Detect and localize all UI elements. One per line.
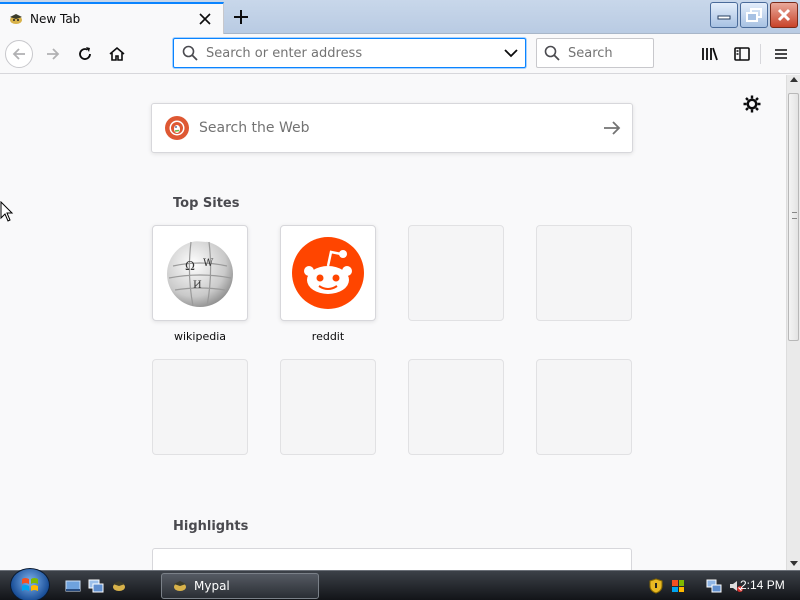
wikipedia-globe-icon: Ω W И xyxy=(167,238,233,307)
mypal-icon[interactable] xyxy=(111,578,127,594)
hamburger-menu-icon xyxy=(775,49,787,59)
taskbar: Mypal 2:14 PM xyxy=(0,568,800,600)
top-site-placeholder xyxy=(536,359,632,455)
duckduckgo-icon xyxy=(165,116,189,140)
top-site-tile-wikipedia[interactable]: Ω W И xyxy=(152,225,248,321)
customize-button[interactable] xyxy=(742,94,762,114)
page-scrollbar[interactable] xyxy=(786,75,800,570)
mouse-cursor-icon xyxy=(0,201,14,222)
restore-button[interactable] xyxy=(740,2,768,28)
close-tab-icon[interactable] xyxy=(193,7,217,31)
reddit-icon xyxy=(292,237,364,309)
scroll-down-arrow-icon[interactable] xyxy=(790,561,798,566)
top-site-placeholder xyxy=(536,225,632,321)
scrollbar-thumb[interactable] xyxy=(788,93,799,341)
top-site-label-reddit[interactable]: reddit xyxy=(280,330,376,343)
tab-strip: New Tab xyxy=(0,0,800,34)
restore-icon xyxy=(746,8,762,22)
tab-new-tab[interactable]: New Tab xyxy=(0,2,224,34)
taskbar-app-mypal[interactable]: Mypal xyxy=(161,573,319,599)
search-go-button[interactable] xyxy=(592,108,632,148)
home-button[interactable] xyxy=(103,40,131,68)
close-window-button[interactable] xyxy=(770,2,798,28)
start-button[interactable] xyxy=(10,568,50,600)
arrow-left-icon xyxy=(12,48,25,60)
address-input[interactable] xyxy=(206,45,497,61)
scrollbar-grip xyxy=(792,212,797,219)
plus-icon xyxy=(234,10,248,24)
system-tray xyxy=(648,571,744,600)
taskbar-app-label: Mypal xyxy=(194,579,230,593)
action-center-flag-icon[interactable] xyxy=(670,578,686,594)
address-bar[interactable] xyxy=(173,38,526,68)
reload-icon xyxy=(79,47,91,60)
windows-logo-icon xyxy=(22,578,38,591)
gear-icon xyxy=(743,95,761,113)
search-bar[interactable] xyxy=(536,38,654,68)
network-icon[interactable] xyxy=(706,578,722,594)
library-icon xyxy=(702,47,718,61)
top-site-placeholder xyxy=(408,225,504,321)
top-site-label-wikipedia[interactable]: wikipedia xyxy=(152,330,248,343)
toolbar-separator xyxy=(760,44,761,64)
scroll-up-arrow-icon[interactable] xyxy=(790,77,798,82)
home-icon xyxy=(109,46,125,61)
tab-title: New Tab xyxy=(30,12,81,26)
top-site-tile-reddit[interactable] xyxy=(280,225,376,321)
minimize-icon xyxy=(717,15,731,20)
svg-text:И: И xyxy=(193,280,202,291)
minimize-button[interactable] xyxy=(710,2,738,28)
reload-button[interactable] xyxy=(71,40,99,68)
mypal-icon xyxy=(174,581,186,591)
back-button[interactable] xyxy=(5,40,33,68)
mypal-icon xyxy=(10,14,22,24)
close-icon xyxy=(777,8,791,22)
search-icon xyxy=(182,45,198,61)
top-site-placeholder xyxy=(280,359,376,455)
chevron-down-icon xyxy=(504,48,518,57)
address-dropdown-button[interactable] xyxy=(497,39,525,67)
top-site-placeholder xyxy=(408,359,504,455)
highlights-heading: Highlights xyxy=(173,519,249,534)
window-controls xyxy=(710,2,798,28)
clock[interactable]: 2:14 PM xyxy=(740,578,785,592)
top-site-placeholder xyxy=(152,359,248,455)
web-search-input[interactable] xyxy=(199,120,592,136)
new-tab-page: Top Sites Ω W И wikipedia reddit xyxy=(0,75,786,570)
svg-text:W: W xyxy=(203,258,214,269)
highlight-card[interactable] xyxy=(152,548,632,570)
sidebar-button[interactable] xyxy=(728,40,756,68)
navigation-toolbar xyxy=(0,34,800,74)
new-tab-button[interactable] xyxy=(228,4,254,30)
arrow-right-icon xyxy=(604,121,621,135)
forward-button[interactable] xyxy=(39,40,67,68)
security-shield-icon[interactable] xyxy=(648,578,664,594)
arrow-right-icon xyxy=(47,48,60,60)
show-desktop-icon[interactable] xyxy=(65,578,81,594)
search-icon xyxy=(544,45,560,61)
sidebar-icon xyxy=(734,47,750,61)
search-input[interactable] xyxy=(568,45,648,61)
switch-windows-icon[interactable] xyxy=(88,578,104,594)
web-search-box[interactable] xyxy=(151,103,633,153)
menu-button[interactable] xyxy=(767,40,795,68)
top-sites-heading: Top Sites xyxy=(173,196,240,211)
library-button[interactable] xyxy=(696,40,724,68)
svg-text:Ω: Ω xyxy=(185,259,195,273)
